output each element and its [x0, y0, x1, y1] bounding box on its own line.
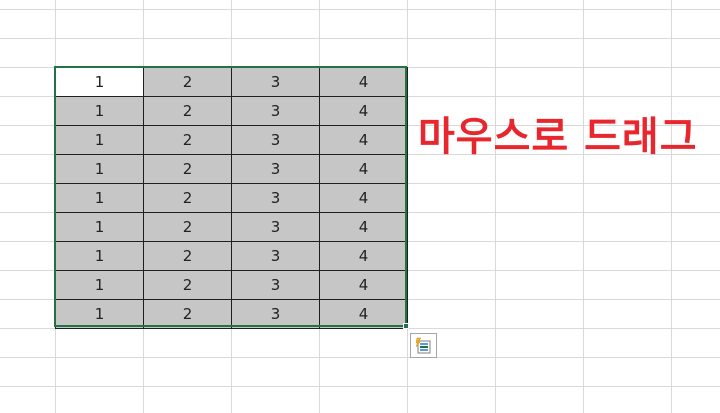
table-row: 1 2 3 4 — [55, 154, 408, 184]
table-cell[interactable]: 1 — [55, 183, 144, 213]
table-cell[interactable]: 4 — [319, 241, 408, 271]
table-cell[interactable]: 2 — [143, 241, 232, 271]
table-cell[interactable]: 2 — [143, 67, 232, 97]
table-cell[interactable]: 4 — [319, 125, 408, 155]
table-cell[interactable]: 4 — [319, 67, 408, 97]
fill-handle[interactable] — [403, 323, 409, 329]
table-cell[interactable]: 4 — [319, 96, 408, 126]
active-cell[interactable]: 1 — [55, 67, 144, 97]
table-cell[interactable]: 1 — [55, 270, 144, 300]
table-cell[interactable]: 3 — [231, 125, 320, 155]
table-cell[interactable]: 3 — [231, 67, 320, 97]
table-row: 1 2 3 4 — [55, 212, 408, 242]
table-cell[interactable]: 3 — [231, 212, 320, 242]
gridline — [583, 0, 584, 413]
table-cell[interactable]: 1 — [55, 96, 144, 126]
spreadsheet-grid[interactable]: 1 2 3 4 1 2 3 4 1 2 3 4 1 2 3 4 1 2 3 4 … — [0, 0, 720, 413]
table-cell[interactable]: 1 — [55, 212, 144, 242]
table-cell[interactable]: 3 — [231, 96, 320, 126]
table-row: 1 2 3 4 — [55, 241, 408, 271]
table-cell[interactable]: 1 — [55, 241, 144, 271]
table-cell[interactable]: 1 — [55, 125, 144, 155]
table-row: 1 2 3 4 — [55, 183, 408, 213]
gridline — [0, 386, 720, 387]
gridline — [671, 0, 672, 413]
gridline — [0, 9, 720, 10]
table-row: 1 2 3 4 — [55, 96, 408, 126]
table-cell[interactable]: 3 — [231, 270, 320, 300]
table-row: 1 2 3 4 — [55, 270, 408, 300]
table-cell[interactable]: 3 — [231, 299, 320, 329]
table-cell[interactable]: 2 — [143, 154, 232, 184]
table-cell[interactable]: 2 — [143, 125, 232, 155]
table-cell[interactable]: 2 — [143, 212, 232, 242]
table-row: 1 2 3 4 — [55, 125, 408, 155]
table-cell[interactable]: 4 — [319, 270, 408, 300]
table-cell[interactable]: 4 — [319, 299, 408, 329]
table-row: 1 2 3 4 — [55, 67, 408, 97]
table-row: 1 2 3 4 — [55, 299, 408, 329]
table-cell[interactable]: 2 — [143, 299, 232, 329]
table-cell[interactable]: 4 — [319, 154, 408, 184]
gridline — [495, 0, 496, 413]
gridline — [0, 38, 720, 39]
table-cell[interactable]: 3 — [231, 241, 320, 271]
table-cell[interactable]: 4 — [319, 212, 408, 242]
table-cell[interactable]: 1 — [55, 299, 144, 329]
table-cell[interactable]: 3 — [231, 183, 320, 213]
table-cell[interactable]: 2 — [143, 270, 232, 300]
quick-analysis-button[interactable] — [410, 333, 437, 358]
table-cell[interactable]: 3 — [231, 154, 320, 184]
gridline — [0, 357, 720, 358]
annotation-text: 마우스로 드래그 — [418, 114, 698, 160]
table-cell[interactable]: 2 — [143, 183, 232, 213]
quick-analysis-icon — [415, 337, 431, 354]
table-cell[interactable]: 2 — [143, 96, 232, 126]
table-cell[interactable]: 4 — [319, 183, 408, 213]
selected-range[interactable]: 1 2 3 4 1 2 3 4 1 2 3 4 1 2 3 4 1 2 3 4 … — [55, 67, 408, 329]
table-cell[interactable]: 1 — [55, 154, 144, 184]
